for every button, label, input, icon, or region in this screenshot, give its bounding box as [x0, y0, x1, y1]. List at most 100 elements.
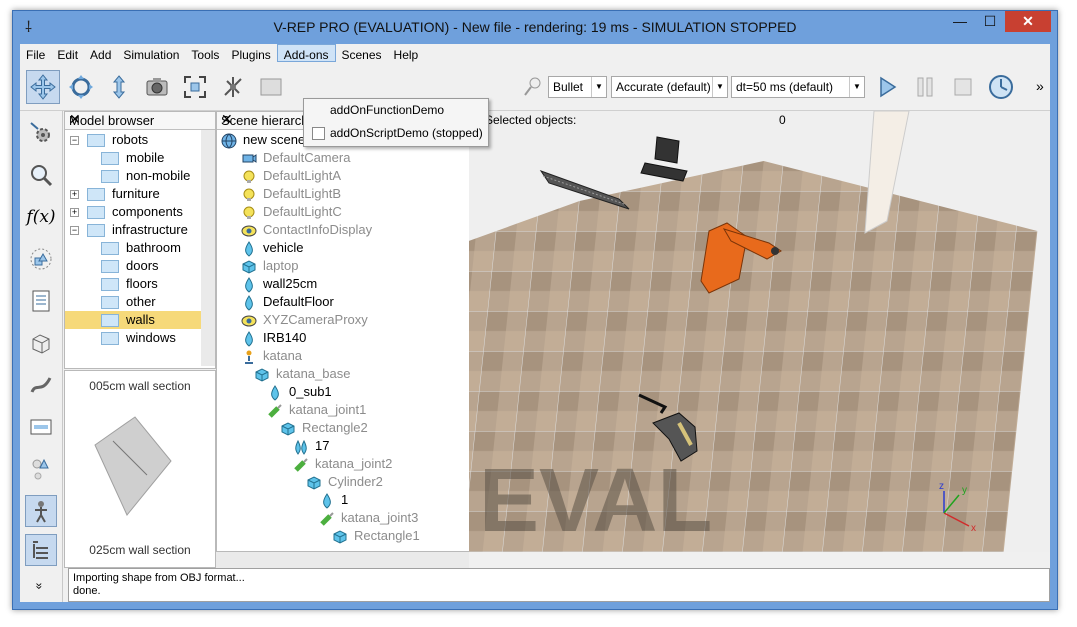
ui-icon[interactable]	[25, 411, 57, 443]
undo-icon[interactable]	[254, 70, 288, 104]
model-tree-item[interactable]: + components	[65, 203, 201, 221]
hierarchy-item[interactable]: DefaultLightB	[217, 185, 499, 203]
model-tree-label: robots	[112, 132, 149, 147]
pause-icon[interactable]	[908, 70, 942, 104]
menu-tools[interactable]: Tools	[185, 44, 225, 66]
collections-icon[interactable]	[25, 243, 57, 275]
hierarchy-item[interactable]: IRB140	[217, 329, 499, 347]
hierarchy-item[interactable]: laptop	[217, 257, 499, 275]
engine-select[interactable]: Bullet ▼	[548, 76, 607, 98]
model-tree-label: mobile	[126, 150, 165, 165]
model-tree-item[interactable]: bathroom	[65, 239, 201, 257]
model-tree-item[interactable]: − robots	[65, 131, 201, 149]
selection-icon[interactable]	[25, 453, 57, 485]
hierarchy-icon[interactable]	[25, 534, 57, 566]
minimize-button[interactable]: —	[945, 11, 975, 32]
folder-icon	[87, 188, 105, 201]
model-tree-item[interactable]: doors	[65, 257, 201, 275]
wall-thumbnail[interactable]	[85, 405, 195, 525]
fit-to-view-icon[interactable]	[178, 70, 212, 104]
camera-icon[interactable]	[140, 70, 174, 104]
model-tree-item[interactable]: floors	[65, 275, 201, 293]
hierarchy-item[interactable]: katana_base	[217, 365, 499, 383]
menu-item-addonscriptdemo[interactable]: addOnScriptDemo (stopped)	[304, 122, 488, 144]
model-browser-scrollbar[interactable]	[201, 130, 215, 366]
zoom-icon[interactable]	[25, 159, 57, 191]
hierarchy-item[interactable]: Rectangle2	[217, 419, 499, 437]
close-icon[interactable]: ✕	[69, 111, 211, 128]
toolbar-overflow-button[interactable]: »	[1036, 78, 1044, 94]
hierarchy-item[interactable]: 0_sub1	[217, 383, 499, 401]
model-browser-icon[interactable]	[25, 495, 57, 527]
menu-add[interactable]: Add	[84, 44, 117, 66]
play-icon[interactable]	[870, 70, 904, 104]
menu-item-addonfunctiondemo[interactable]: addOnFunctionDemo	[304, 99, 488, 121]
select-icon[interactable]	[216, 70, 250, 104]
title-bar[interactable]: ⸸ V-REP PRO (EVALUATION) - New file - re…	[13, 11, 1057, 44]
checkbox	[312, 127, 325, 140]
path-icon[interactable]	[25, 369, 57, 401]
hierarchy-label: Cylinder2	[328, 474, 383, 489]
expand-toggle[interactable]: +	[70, 190, 79, 199]
hierarchy-item[interactable]: ContactInfoDisplay	[217, 221, 499, 239]
model-browser-panel: Model browser ✕ − robots mobile non-mobile +…	[64, 111, 216, 369]
model-tree-label: bathroom	[126, 240, 181, 255]
model-tree-item[interactable]: windows	[65, 329, 201, 347]
console-output[interactable]: Importing shape from OBJ format... done.	[68, 568, 1050, 602]
timestep-select[interactable]: dt=50 ms (default) ▼	[731, 76, 865, 98]
scripts-icon[interactable]	[25, 285, 57, 317]
menu-simulation[interactable]: Simulation	[117, 44, 185, 66]
settings-icon[interactable]	[25, 117, 57, 149]
hierarchy-item[interactable]: vehicle	[217, 239, 499, 257]
hierarchy-item[interactable]: XYZCameraProxy	[217, 311, 499, 329]
expand-toggle[interactable]: −	[70, 226, 79, 235]
model-tree-item[interactable]: mobile	[65, 149, 201, 167]
dummy-icon	[241, 349, 257, 364]
hierarchy-item[interactable]: DefaultLightA	[217, 167, 499, 185]
menu-plugins[interactable]: Plugins	[225, 44, 276, 66]
expand-toggle[interactable]: +	[70, 208, 79, 217]
menu-help[interactable]: Help	[388, 44, 425, 66]
assembly-icon[interactable]	[516, 70, 550, 104]
model-tree-item[interactable]: walls	[65, 311, 201, 329]
hierarchy-item[interactable]: 17	[217, 437, 499, 455]
stop-icon[interactable]	[946, 70, 980, 104]
hierarchy-label: Rectangle1	[354, 528, 420, 543]
hierarchy-item[interactable]: katana_joint1	[217, 401, 499, 419]
hierarchy-item[interactable]: katana_joint3	[217, 509, 499, 527]
realtime-icon[interactable]	[984, 70, 1018, 104]
model-tree-item[interactable]: + furniture	[65, 185, 201, 203]
model-tree-item[interactable]: non-mobile	[65, 167, 201, 185]
maximize-button[interactable]: ☐	[975, 11, 1005, 32]
move-camera-icon[interactable]	[26, 70, 60, 104]
shift-camera-icon[interactable]	[102, 70, 136, 104]
shape-icon	[319, 493, 335, 509]
function-icon[interactable]: f(x)	[25, 201, 57, 233]
hierarchy-item[interactable]: Cylinder2	[217, 473, 499, 491]
shapes-icon[interactable]	[25, 327, 57, 359]
accuracy-select[interactable]: Accurate (default) ▼	[611, 76, 728, 98]
hierarchy-item[interactable]: katana_joint2	[217, 455, 499, 473]
viewport-3d[interactable]: EVAL z x y − Selected objects: 0	[469, 111, 1050, 552]
expand-toggle[interactable]: −	[70, 136, 79, 145]
rotate-camera-icon[interactable]	[64, 70, 98, 104]
menu-scenes[interactable]: Scenes	[336, 44, 388, 66]
hierarchy-label: katana_joint1	[289, 402, 367, 417]
hierarchy-item[interactable]: 1	[217, 491, 499, 509]
menu-edit[interactable]: Edit	[51, 44, 84, 66]
hierarchy-item[interactable]: DefaultLightC	[217, 203, 499, 221]
hierarchy-item[interactable]: wall25cm	[217, 275, 499, 293]
left-toolbar-overflow[interactable]: »	[32, 583, 46, 590]
model-tree-item[interactable]: other	[65, 293, 201, 311]
close-button[interactable]: ✕	[1005, 11, 1051, 32]
menu-add-ons[interactable]: Add-ons	[276, 44, 336, 62]
model-tree-item[interactable]: − infrastructure	[65, 221, 201, 239]
shape-icon	[241, 241, 257, 257]
menu-file[interactable]: File	[20, 44, 51, 66]
thumbnail-label-bottom: 025cm wall section	[89, 543, 191, 557]
hierarchy-item[interactable]: Rectangle1	[217, 527, 499, 545]
hierarchy-item[interactable]: DefaultFloor	[217, 293, 499, 311]
hierarchy-item[interactable]: katana	[217, 347, 499, 365]
hierarchy-item[interactable]: DefaultCamera	[217, 149, 499, 167]
folder-icon	[87, 134, 105, 147]
